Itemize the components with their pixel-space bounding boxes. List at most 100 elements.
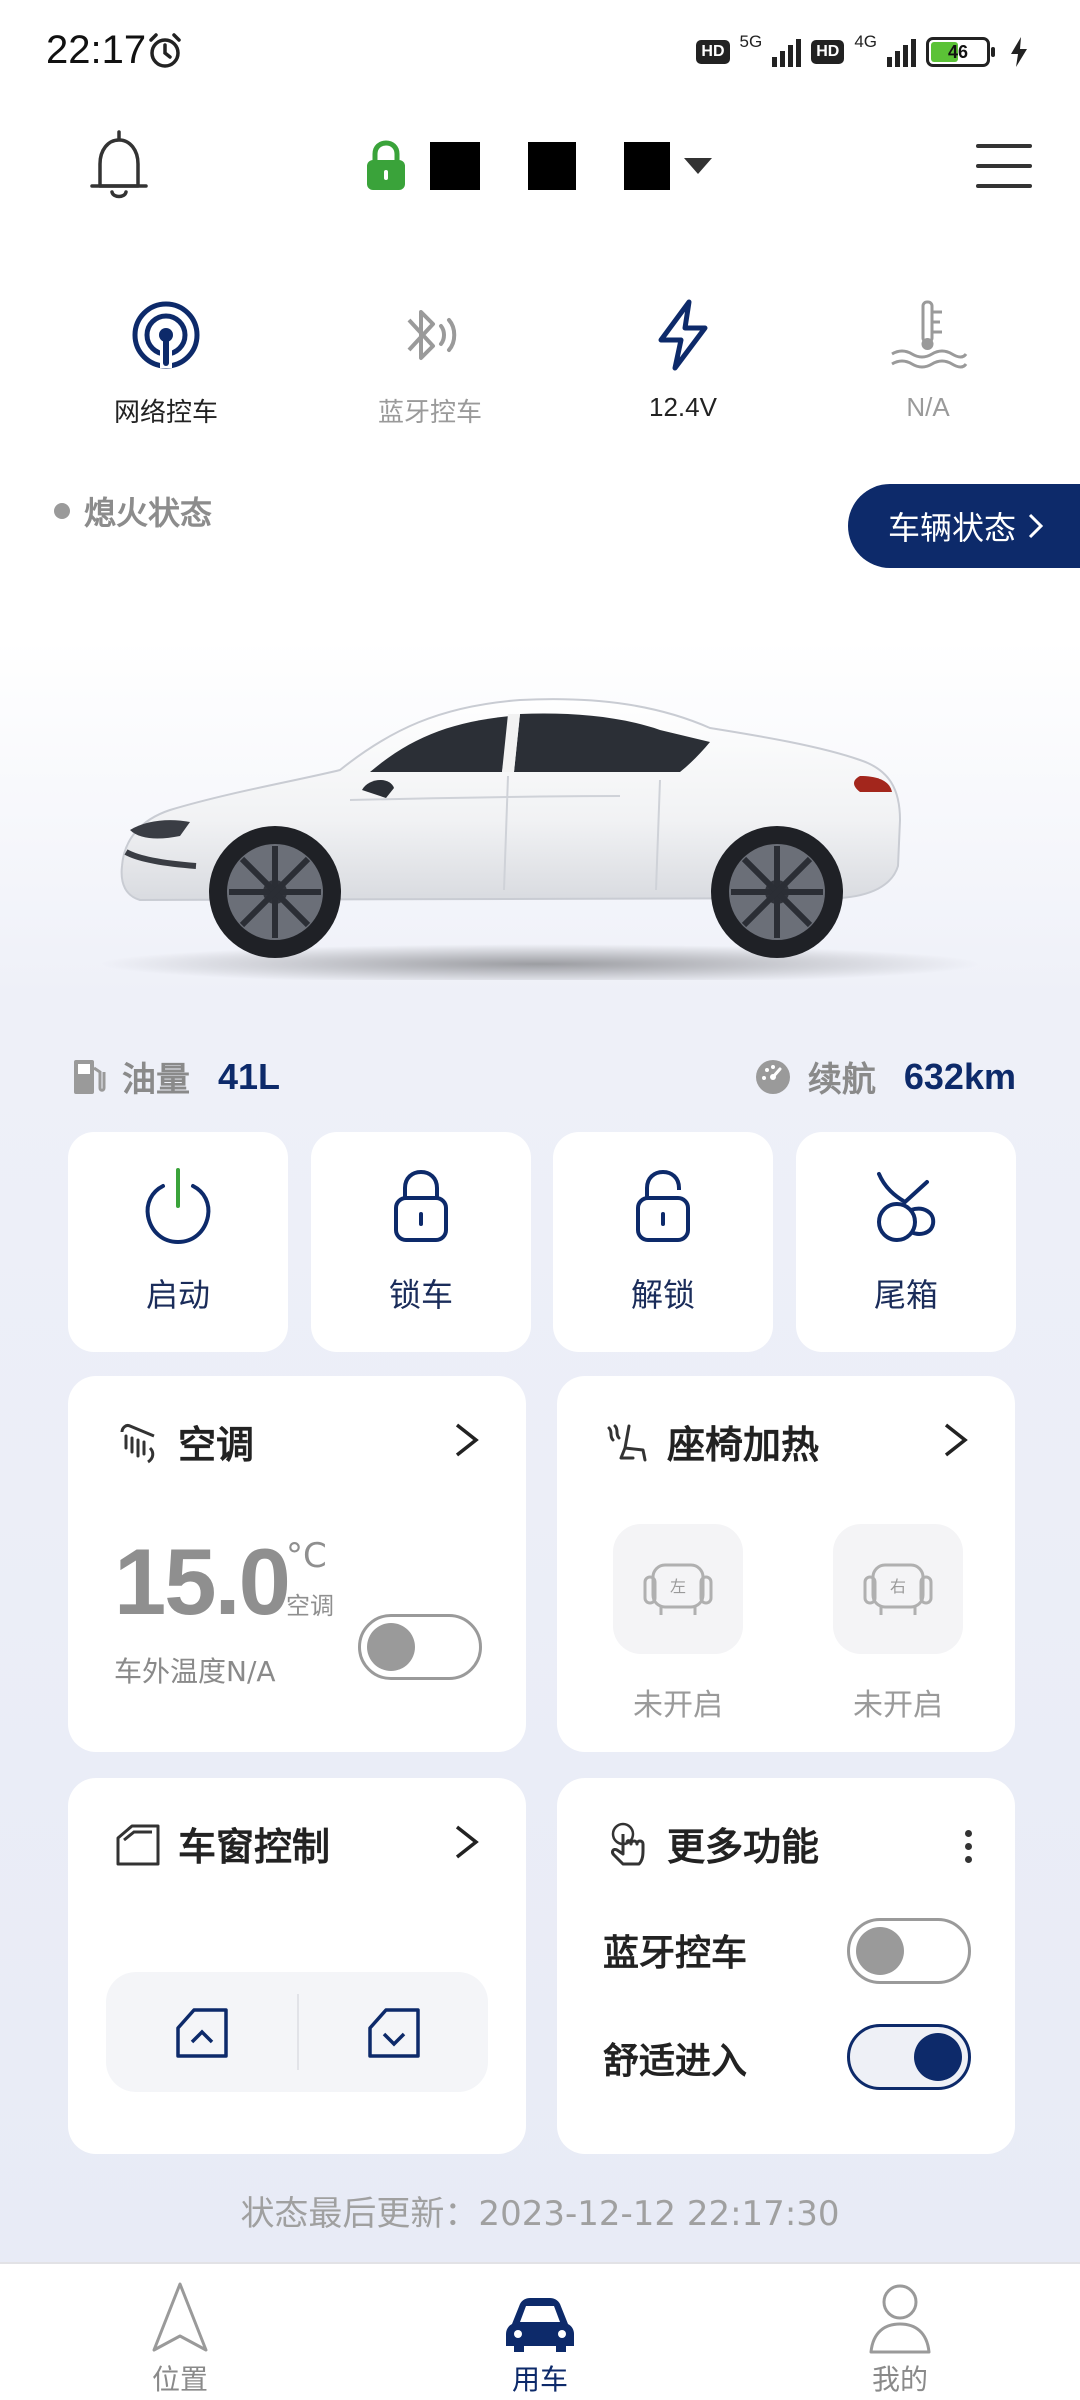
battery-voltage-icon xyxy=(658,299,708,371)
chevron-down-icon[interactable] xyxy=(684,158,712,174)
trunk-button[interactable]: 尾箱 xyxy=(796,1132,1016,1352)
fuel-pump-icon xyxy=(74,1059,106,1094)
chevron-right-icon xyxy=(1028,513,1044,539)
quick-status-bluetooth: 蓝牙控车 xyxy=(340,290,520,429)
battery-level: 46 xyxy=(947,42,969,62)
signal-icon xyxy=(887,37,916,67)
nav-label: 用车 xyxy=(511,2363,568,2396)
lock-label: 锁车 xyxy=(388,1276,453,1314)
more-title: 更多功能 xyxy=(667,1825,820,1869)
network-control-icon xyxy=(132,301,200,369)
nav-label: 位置 xyxy=(151,2363,208,2396)
lock-icon xyxy=(394,1169,448,1242)
navigation-arrow-icon xyxy=(152,2282,208,2352)
seat-heating-title: 座椅加热 xyxy=(667,1423,820,1467)
chevron-right-icon[interactable] xyxy=(941,1420,971,1460)
ac-temperature: 15.0 xyxy=(114,1529,291,1634)
quick-status-label: 12.4V xyxy=(649,392,717,422)
vehicle-status-label: 车辆状态 xyxy=(888,509,1017,547)
car-image xyxy=(100,698,980,980)
window-control-card[interactable]: 车窗控制 xyxy=(68,1778,526,2154)
battery-icon: 46 xyxy=(926,37,995,67)
ac-card[interactable]: 空调 15.0 °C 空调 车外温度N/A xyxy=(68,1376,526,1752)
unlock-label: 解锁 xyxy=(630,1276,695,1314)
start-label: 启动 xyxy=(145,1276,210,1314)
unlock-button[interactable]: 解锁 xyxy=(553,1132,773,1352)
speedometer-icon xyxy=(755,1059,790,1094)
car-icon xyxy=(506,2298,574,2352)
ac-toggle[interactable] xyxy=(358,1614,482,1680)
nav-label: 我的 xyxy=(871,2363,928,2396)
touch-icon xyxy=(611,1822,645,1865)
vehicle-status-button[interactable]: 车辆状态 xyxy=(848,484,1080,568)
start-button[interactable]: 启动 xyxy=(68,1132,288,1352)
seat-heating-card[interactable]: 座椅加热 左 未开启 右 未开启 xyxy=(557,1376,1015,1752)
nav-profile[interactable]: 我的 xyxy=(800,2274,1000,2398)
bluetooth-control-label: 蓝牙控车 xyxy=(603,1933,748,1974)
lock-button[interactable]: 锁车 xyxy=(311,1132,531,1352)
quick-status-label: 网络控车 xyxy=(113,398,218,428)
status-dot xyxy=(54,503,70,519)
more-options-icon[interactable] xyxy=(965,1830,973,1869)
range-amount: 632km xyxy=(903,1055,1016,1097)
range-value: 续航 632km xyxy=(754,1052,1016,1101)
coolant-temp-icon xyxy=(891,300,968,369)
quick-status-label: N/A xyxy=(906,392,950,422)
window-down-icon[interactable] xyxy=(364,2002,424,2062)
window-title: 车窗控制 xyxy=(178,1825,331,1869)
comfort-entry-toggle[interactable] xyxy=(847,2024,971,2090)
alarm-icon xyxy=(149,33,181,68)
quick-status-label: 蓝牙控车 xyxy=(377,398,482,428)
seat-right-status: 未开启 xyxy=(853,1688,943,1723)
signal-icon xyxy=(772,37,802,67)
bell-icon[interactable] xyxy=(86,128,152,204)
chevron-right-icon[interactable] xyxy=(452,1420,482,1460)
bluetooth-control-toggle[interactable] xyxy=(847,1918,971,1984)
license-plate-redacted[interactable] xyxy=(430,142,670,190)
fuel-label: 油量 xyxy=(122,1060,190,1100)
ignition-label: 熄火状态 xyxy=(84,494,213,532)
seat-left-status: 未开启 xyxy=(633,1688,723,1723)
bluetooth-control-icon xyxy=(407,310,457,360)
car-window-icon xyxy=(116,1824,160,1865)
last-update-text: 状态最后更新：2023-12-12 22:17:30 xyxy=(240,2194,840,2234)
unlock-icon xyxy=(636,1169,690,1242)
air-conditioner-icon xyxy=(120,1423,155,1463)
seat-icon: 左 xyxy=(643,1563,713,1615)
hd-badge: HD xyxy=(696,40,730,64)
range-label: 续航 xyxy=(807,1060,876,1100)
ac-sub-label: 空调 xyxy=(286,1592,334,1620)
menu-icon[interactable] xyxy=(976,144,1032,190)
seat-icon: 右 xyxy=(863,1563,933,1615)
comfort-entry-label: 舒适进入 xyxy=(603,2041,748,2082)
charging-icon xyxy=(1011,37,1027,67)
ignition-status: 熄火状态 xyxy=(54,488,212,534)
window-buttons xyxy=(106,1972,488,2092)
network-type-label: 5G xyxy=(739,32,763,51)
chevron-right-icon[interactable] xyxy=(452,1822,482,1862)
fuel-level: 油量 41L xyxy=(72,1052,280,1101)
ac-temperature-unit: °C xyxy=(286,1536,327,1576)
trunk-icon xyxy=(877,1172,936,1242)
window-up-icon[interactable] xyxy=(172,2002,232,2062)
seat-right-glyph: 右 xyxy=(890,1577,906,1596)
power-icon xyxy=(145,1168,211,1245)
seat-left-glyph: 左 xyxy=(670,1577,686,1596)
nav-location[interactable]: 位置 xyxy=(80,2274,280,2398)
seat-right[interactable]: 右 未开启 xyxy=(833,1524,963,1724)
quick-status-voltage: 12.4V xyxy=(593,290,773,423)
nav-vehicle[interactable]: 用车 xyxy=(440,2274,640,2398)
network-type-label: 4G xyxy=(854,32,877,51)
status-time: 22:17 xyxy=(46,28,147,72)
quick-status-network: 网络控车 xyxy=(76,290,256,429)
seat-heat-icon xyxy=(607,1424,647,1461)
status-bar: 22:17 HD 5G HD 4G 46 xyxy=(0,0,1080,100)
trunk-label: 尾箱 xyxy=(873,1276,938,1314)
seat-left[interactable]: 左 未开启 xyxy=(613,1524,743,1724)
lock-icon xyxy=(367,140,405,190)
quick-status-coolant: N/A xyxy=(838,290,1018,423)
hd-badge: HD xyxy=(811,40,845,64)
fuel-value: 41L xyxy=(218,1055,281,1097)
outside-temperature: 车外温度N/A xyxy=(114,1655,276,1688)
more-features-card: 更多功能 蓝牙控车 舒适进入 xyxy=(557,1778,1015,2154)
